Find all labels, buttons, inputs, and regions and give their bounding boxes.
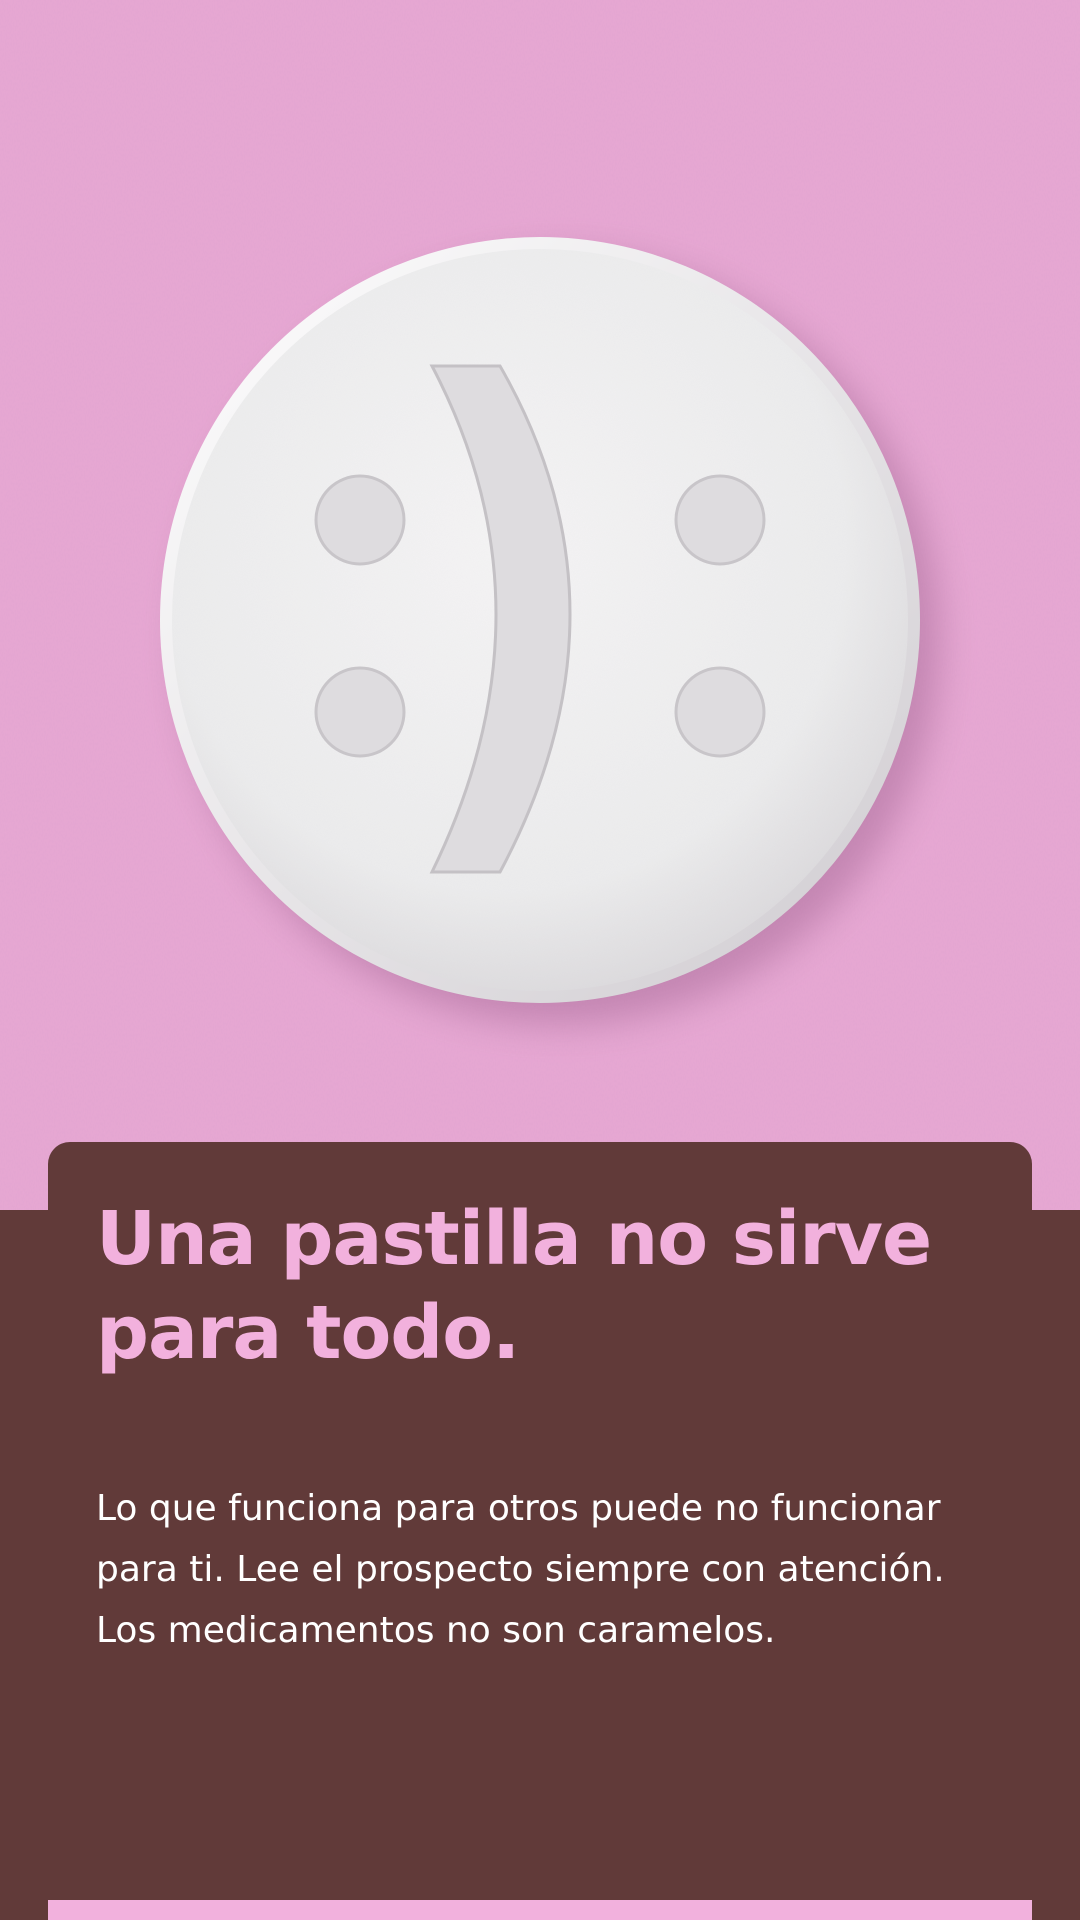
headline: Una pastilla no sirve para todo. (96, 1196, 932, 1376)
smiley-pill-icon (0, 0, 1080, 1210)
body-text: Lo que funciona para otros puede no func… (96, 1488, 945, 1651)
hero-image (0, 0, 1080, 1210)
bottom-pink-strip (48, 1900, 1032, 1920)
